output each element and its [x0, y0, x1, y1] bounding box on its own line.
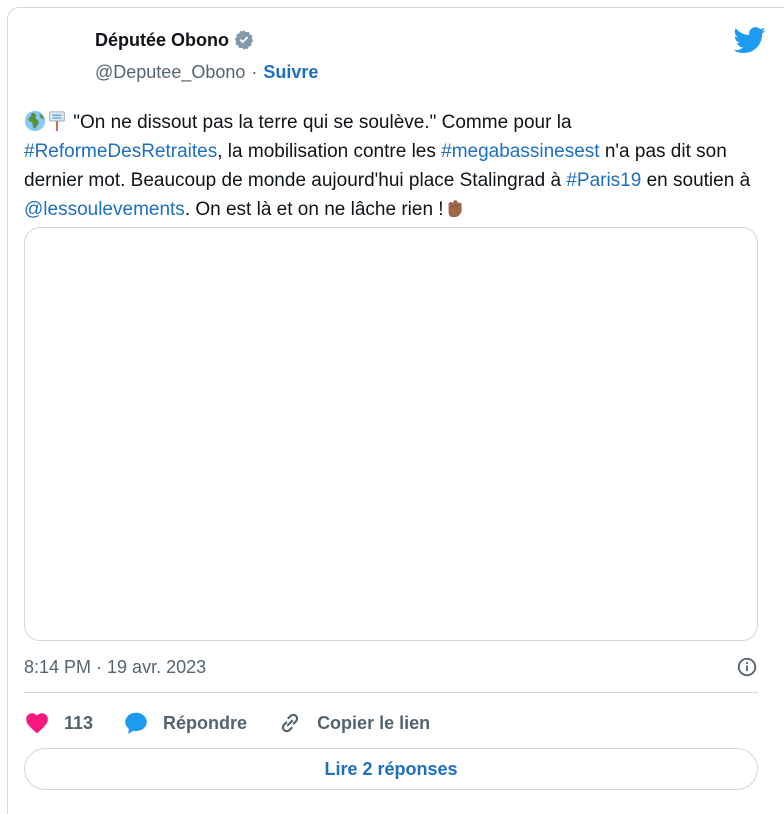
info-icon[interactable] [736, 656, 758, 678]
tweet-seg-0: "On ne dissout pas la terre qui se soulè… [73, 112, 572, 133]
copy-link-label: Copier le lien [317, 712, 431, 733]
action-bar: 113 Répondre Copier le lien [24, 705, 460, 741]
verified-badge-icon [234, 30, 254, 50]
mention-link-lessoulevements[interactable]: @lessoulevements [24, 199, 185, 220]
timestamp-row: 8:14 PM · 19 avr. 2023 [24, 652, 758, 682]
tweet-header: Députée Obono @Deputee_Obono · Suivre [95, 28, 764, 88]
hashtag-link-megabassines[interactable]: #megabassinesest [441, 141, 599, 162]
raised-fist-icon [448, 200, 462, 218]
tweet-timestamp[interactable]: 8:14 PM · 19 avr. 2023 [24, 657, 206, 678]
handle-separator: · [251, 62, 258, 82]
author-handle-row: @Deputee_Obono · Suivre [95, 62, 764, 83]
follow-link[interactable]: Suivre [263, 62, 318, 83]
author-handle[interactable]: @Deputee_Obono [95, 62, 245, 83]
twitter-bird-icon[interactable] [734, 24, 766, 56]
media-placeholder[interactable] [24, 227, 758, 641]
divider [24, 692, 758, 693]
placard-icon [49, 111, 65, 132]
read-replies-label: Lire 2 réponses [324, 758, 458, 779]
heart-icon [26, 713, 48, 734]
copy-link-button[interactable]: Copier le lien [277, 710, 430, 736]
globe-africa-icon [24, 110, 46, 132]
tweet-text: "On ne dissout pas la terre qui se soulè… [24, 108, 764, 224]
hashtag-link-paris19[interactable]: #Paris19 [566, 170, 641, 191]
link-icon [281, 713, 299, 733]
tweet-seg-2: , la mobilisation contre les [217, 141, 442, 162]
tweet-seg-6: en soutien à [641, 170, 751, 191]
like-count: 113 [64, 712, 94, 733]
like-button[interactable]: 113 [24, 710, 93, 736]
reply-label: Répondre [163, 712, 248, 733]
hashtag-link-reforme[interactable]: #ReformeDesRetraites [24, 141, 217, 162]
reply-bubble-icon [125, 712, 147, 734]
read-replies-button[interactable]: Lire 2 réponses [24, 748, 758, 790]
author-display-name[interactable]: Députée Obono [95, 30, 229, 51]
reply-action-button[interactable]: Répondre [123, 710, 247, 736]
author-name-row: Députée Obono [95, 28, 764, 52]
tweet-seg-8: . On est là et on ne lâche rien ! [184, 199, 444, 220]
